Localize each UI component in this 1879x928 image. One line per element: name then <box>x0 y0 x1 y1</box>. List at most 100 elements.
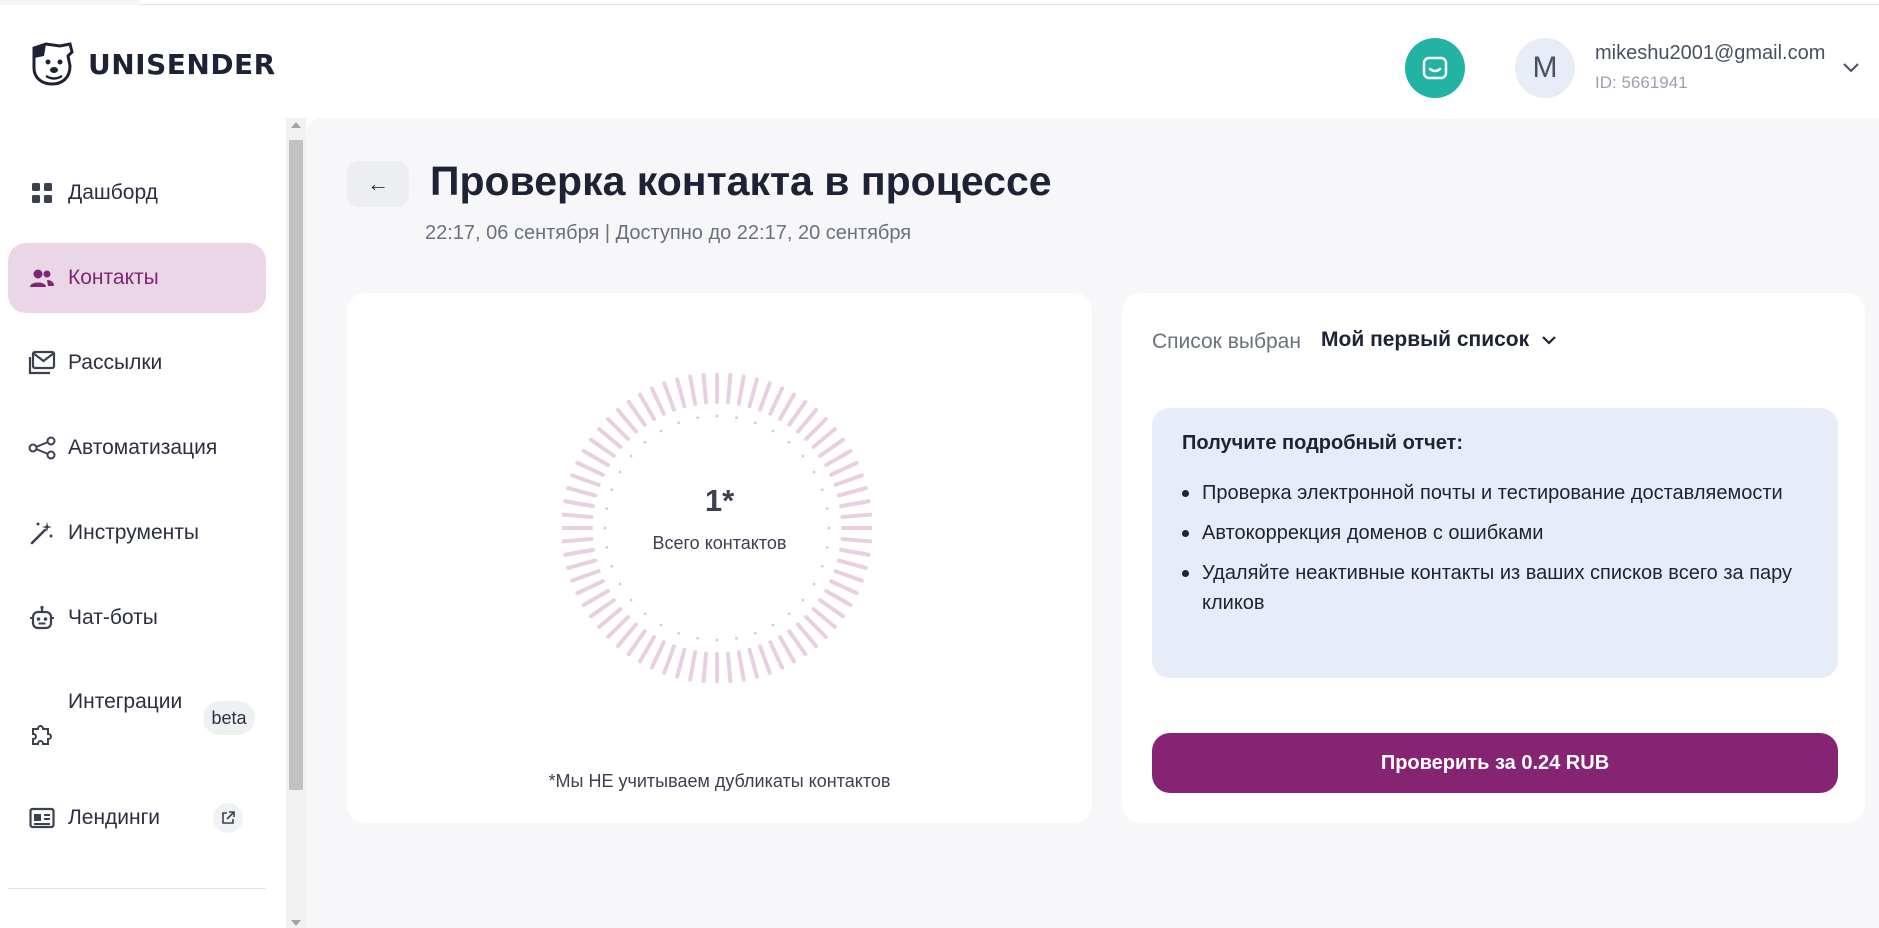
sidebar-item-contacts[interactable]: Контакты <box>8 243 266 313</box>
sidebar-item-chatbots[interactable]: Чат-боты <box>8 583 266 653</box>
ring-tick <box>588 437 616 458</box>
ring-tick <box>787 399 808 427</box>
ring-dot <box>603 526 607 530</box>
user-email: mikeshu2001@gmail.com <box>1595 42 1826 64</box>
dog-logo-icon <box>32 42 74 86</box>
ring-tick <box>688 374 698 406</box>
page-subtitle: 22:17, 06 сентября | Доступно до 22:17, … <box>425 222 912 244</box>
ring-tick <box>606 615 630 639</box>
sidebar-item-tools[interactable]: Инструменты <box>8 498 266 568</box>
browser-top-strip <box>0 0 1879 5</box>
ring-dot <box>787 440 791 444</box>
ring-tick <box>824 449 853 467</box>
report-info-box: Получите подробный отчет: Проверка элект… <box>1152 408 1838 678</box>
scroll-up-arrow-icon[interactable] <box>291 122 301 128</box>
ring-tick <box>736 374 746 406</box>
ring-dot <box>735 416 738 420</box>
ring-tick <box>778 635 796 664</box>
ring-tick <box>804 417 828 441</box>
ring-tick <box>829 579 859 596</box>
ring-tick <box>675 647 687 679</box>
page-title: Проверка контакта в процессе <box>430 158 1052 204</box>
chat-icon <box>1422 56 1448 80</box>
ring-dot <box>696 416 699 420</box>
ring-tick <box>626 629 647 657</box>
sidebar-item-label: Автоматизация <box>68 436 218 459</box>
chevron-down-icon <box>1542 336 1556 345</box>
scroll-down-arrow-icon[interactable] <box>291 920 301 926</box>
ring-tick <box>575 460 605 477</box>
ring-tick <box>581 449 610 467</box>
scroll-thumb[interactable] <box>289 140 303 790</box>
sidebar-item-campaigns[interactable]: Рассылки <box>8 328 266 398</box>
ring-tick <box>836 558 868 570</box>
ring-tick <box>566 558 598 570</box>
puzzle-icon <box>28 720 56 748</box>
ring-tick <box>688 650 698 682</box>
workflow-icon <box>28 434 56 462</box>
avatar[interactable]: M <box>1515 38 1575 98</box>
ring-tick <box>649 386 666 416</box>
list-item: Проверка электронной почты и тестировани… <box>1182 478 1812 508</box>
back-button[interactable]: ← <box>347 161 409 207</box>
sidebar-item-integrations[interactable]: Интеграции beta <box>8 668 266 768</box>
ring-tick <box>747 377 759 409</box>
logo[interactable]: UNISENDER <box>26 38 276 90</box>
robot-icon <box>28 604 56 632</box>
ring-dot <box>629 598 633 602</box>
ring-dot <box>801 598 805 602</box>
ring-tick <box>597 606 623 629</box>
ring-tick <box>606 417 630 441</box>
sidebar-item-label: Чат-боты <box>68 606 158 629</box>
contacts-summary-card: 1* Всего контактов *Мы НЕ учитываем дубл… <box>347 293 1092 823</box>
sidebar-item-landings[interactable]: Лендинги <box>8 783 266 853</box>
support-chat-button[interactable] <box>1405 38 1465 98</box>
user-info[interactable]: mikeshu2001@gmail.com ID: 5661941 <box>1595 42 1825 93</box>
ring-dot <box>618 470 622 474</box>
ring-dot <box>643 440 647 444</box>
ring-tick <box>675 377 687 409</box>
ring-tick <box>818 437 846 458</box>
ring-tick <box>758 381 772 412</box>
duplicates-note: *Мы НЕ учитываем дубликаты контактов <box>548 771 891 791</box>
sidebar-item-dashboard[interactable]: Дашборд <box>8 158 266 228</box>
ring-dot <box>715 414 719 418</box>
ring-tick <box>597 427 623 450</box>
verify-button[interactable]: Проверить за 0.24 RUB <box>1152 733 1838 793</box>
magic-wand-icon <box>28 519 56 547</box>
ring-tick <box>758 644 772 675</box>
ring-dot <box>618 582 622 586</box>
ring-tick <box>804 615 828 639</box>
sidebar-item-label: Инструменты <box>68 521 199 544</box>
report-list: Проверка электронной почты и тестировани… <box>1182 478 1812 628</box>
ring-tick <box>638 635 656 664</box>
grid-icon <box>28 179 56 207</box>
report-title: Получите подробный отчет: <box>1182 432 1464 454</box>
sidebar-item-automation[interactable]: Автоматизация <box>8 413 266 483</box>
sidebar-scrollbar[interactable] <box>286 118 306 928</box>
ring-dot <box>771 429 775 433</box>
landing-icon <box>28 804 56 832</box>
users-icon <box>28 264 56 292</box>
external-link-icon[interactable] <box>213 803 243 833</box>
ring-tick <box>616 408 639 434</box>
sidebar-item-label: Интеграции <box>68 690 183 713</box>
ring-dot <box>812 582 816 586</box>
mail-stack-icon <box>28 349 56 377</box>
sidebar-item-label: Рассылки <box>68 351 163 374</box>
ring-tick <box>662 381 676 412</box>
ring-tick <box>638 392 656 421</box>
contacts-count-label: Всего контактов <box>652 533 787 553</box>
list-dropdown[interactable]: Мой первый список <box>1321 328 1559 352</box>
sidebar: Дашборд Контакты Рассылки Автоматизация … <box>0 118 286 928</box>
ring-tick <box>581 589 610 607</box>
chevron-down-icon[interactable] <box>1840 56 1862 78</box>
ring-dot <box>754 421 757 425</box>
ring-tick <box>833 569 864 583</box>
ring-dot <box>677 631 680 635</box>
header: UNISENDER M mikeshu2001@gmail.com ID: 56… <box>0 6 1879 118</box>
ring-tick <box>824 589 853 607</box>
list-item: Удаляйте неактивные контакты из ваших сп… <box>1182 558 1812 618</box>
ring-tick <box>811 606 837 629</box>
ring-tick <box>575 579 605 596</box>
